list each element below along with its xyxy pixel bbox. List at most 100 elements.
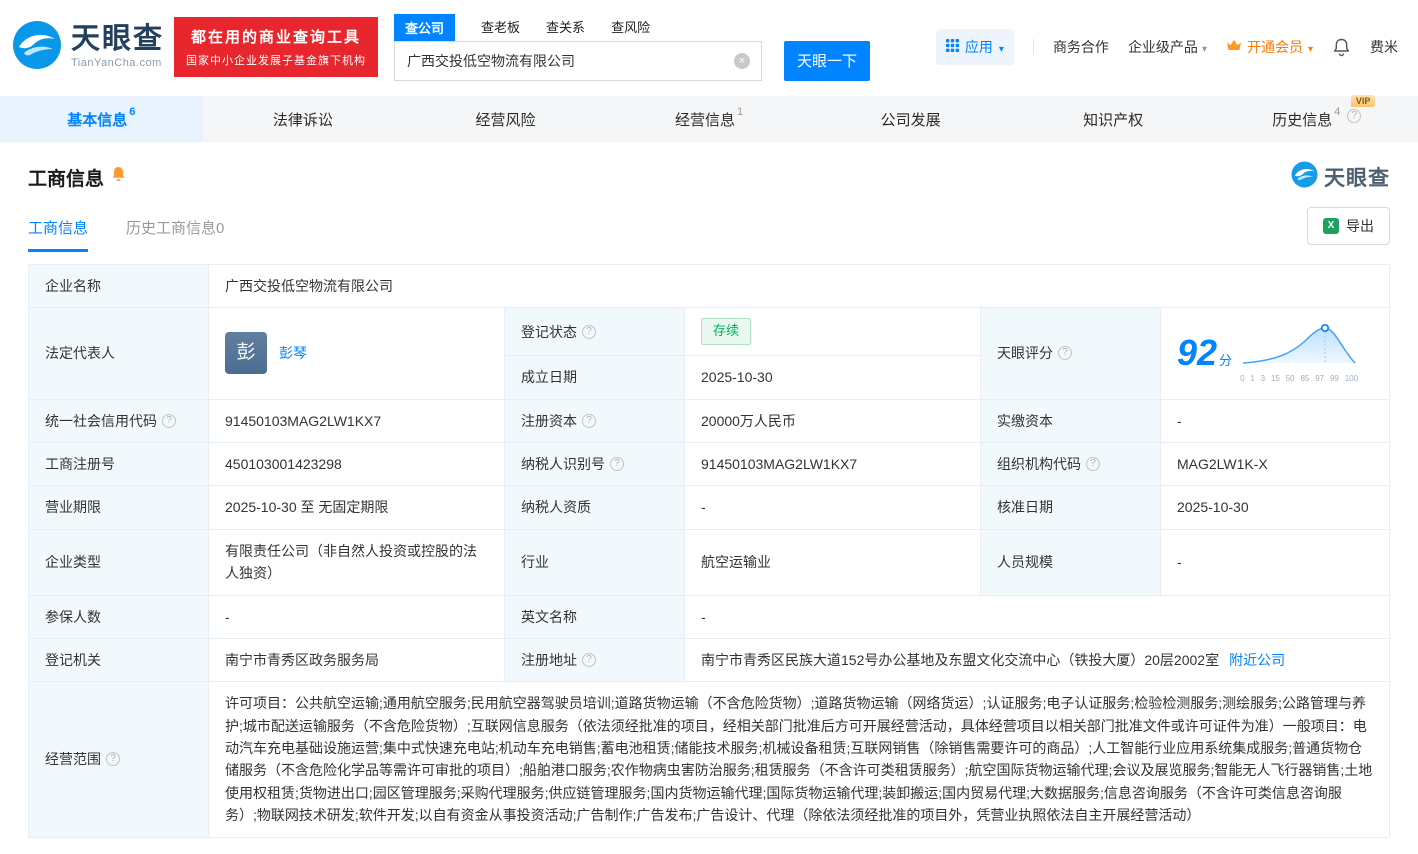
tab-company-development[interactable]: 公司发展 [810,96,1013,142]
value-insured-count: - [208,594,505,639]
tab-count: 4 [1334,105,1341,118]
watermark-logo: 天眼查 [1291,161,1390,193]
tab-operating-risk[interactable]: 经营风险 [405,96,608,142]
label-staff-size: 人员规模 [980,528,1161,596]
slogan-line1: 都在用的商业查询工具 [191,29,362,46]
field-label: 实缴资本 [997,412,1053,429]
subtab-business-info[interactable]: 工商信息 [28,217,89,252]
tab-label: 公司发展 [880,111,941,129]
value-company-type: 有限责任公司（非自然人投资或控股的法人独资） [208,528,505,596]
field-label: 企业类型 [45,553,101,570]
tab-label: 经营信息 [674,111,735,129]
chevron-down-icon [1202,39,1207,55]
search-input[interactable] [394,40,763,81]
export-button[interactable]: 导出 [1307,207,1390,245]
help-icon[interactable] [1058,346,1072,361]
notification-bell-icon[interactable] [1332,37,1351,57]
search-tab-boss[interactable]: 查老板 [481,17,520,41]
menu-user[interactable]: 费米 [1370,37,1398,57]
tab-operating-info[interactable]: 经营信息 1 [608,96,811,142]
menu-cooperation[interactable]: 商务合作 [1053,37,1109,57]
menu-enterprise[interactable]: 企业级产品 [1128,37,1207,57]
search-tab-risk[interactable]: 查风险 [611,17,650,41]
help-icon[interactable] [582,324,596,339]
search-button[interactable]: 天眼一下 [784,40,871,81]
slogan-banner: 都在用的商业查询工具 国家中小企业发展子基金旗下机构 [174,17,379,77]
tab-label: 基本信息 [67,111,128,129]
avatar[interactable]: 彭 [225,332,267,375]
tab-label: 历史信息 [1272,111,1333,129]
label-taxpayer-id: 纳税人识别号 [504,441,685,487]
value-reg-capital: 20000万人民币 [684,398,981,443]
tab-count: 6 [129,105,136,118]
help-icon[interactable] [1347,108,1362,123]
main-nav-tabs: 基本信息 6 法律诉讼 经营风险 经营信息 1 公司发展 知识产权 历史信息 4… [0,94,1418,142]
menu-vip-label: 开通会员 [1246,39,1303,55]
help-icon[interactable] [106,752,120,767]
field-label: 核准日期 [997,499,1053,516]
chevron-down-icon [1308,39,1313,55]
label-credit-code: 统一社会信用代码 [28,398,209,443]
tab-legal-proceedings[interactable]: 法律诉讼 [203,96,406,142]
label-company-type: 企业类型 [28,528,209,596]
excel-icon [1323,218,1339,234]
value-business-term: 2025-10-30 至 无固定期限 [208,485,505,530]
label-est-date: 成立日期 [504,355,685,400]
legal-rep-link[interactable]: 彭琴 [279,342,307,364]
value-company-name: 广西交投低空物流有限公司 [208,263,1390,309]
help-icon[interactable] [162,413,176,428]
score-curve-chart: 0 1 3 15 50 85 97 99 100 [1240,321,1358,385]
search-box [394,40,763,81]
tab-history-info[interactable]: 历史信息 4 VIP [1215,94,1418,142]
crown-icon [1226,39,1242,55]
label-business-term: 营业期限 [28,485,209,530]
chevron-down-icon [999,39,1004,55]
vip-badge: VIP [1350,94,1376,107]
info-row: 营业期限 2025-10-30 至 无固定期限 纳税人资质 - 核准日期 202… [28,485,1390,530]
score-unit: 分 [1219,353,1233,369]
subscribe-bell-icon[interactable] [111,166,126,189]
subtab-history-business-info[interactable]: 历史工商信息0 [126,217,224,252]
field-label: 行业 [521,553,549,570]
help-icon[interactable] [610,457,624,472]
info-row: 经营范围 许可项目：公共航空运输;通用航空服务;民用航空器驾驶员培训;道路货物运… [28,681,1390,838]
field-label: 营业期限 [45,499,101,516]
field-label: 工商注册号 [45,455,115,472]
business-info-table: 企业名称 广西交投低空物流有限公司 法定代表人 彭 彭琴 登记状态 存续 天眼评… [28,263,1390,838]
help-icon[interactable] [582,413,596,428]
value-approval-date: 2025-10-30 [1160,485,1390,530]
score-axis: 0 1 3 15 50 85 97 99 100 [1240,373,1359,383]
label-insured-count: 参保人数 [28,594,209,639]
search-tab-company[interactable]: 查公司 [394,13,456,41]
tianyancha-logo-icon [12,20,62,75]
top-header: 天眼查 TianYanCha.com 都在用的商业查询工具 国家中小企业发展子基… [0,0,1418,94]
tab-intellectual-property[interactable]: 知识产权 [1013,96,1216,142]
tab-basic-info[interactable]: 基本信息 6 [0,96,203,142]
help-icon[interactable] [1086,457,1100,472]
apps-button[interactable]: 应用 [935,29,1014,65]
help-icon[interactable] [582,653,596,668]
search-tab-relation[interactable]: 查关系 [546,17,585,41]
tianyancha-logo[interactable]: 天眼查 TianYanCha.com [12,20,164,75]
info-row: 登记机关 南宁市青秀区政务服务局 注册地址 南宁市青秀区民族大道152号办公基地… [28,637,1390,683]
section-title: 工商信息 [28,164,126,191]
nearby-companies-link[interactable]: 附近公司 [1229,652,1285,668]
value-paid-capital: - [1160,398,1390,443]
value-business-scope: 许可项目：公共航空运输;通用航空服务;民用航空器驾驶员培训;道路货物运输（不含危… [208,681,1390,838]
tab-label: 法律诉讼 [272,111,333,129]
menu-enterprise-label: 企业级产品 [1127,39,1198,55]
value-english-name: - [684,594,1390,639]
value-taxpayer-id: 91450103MAG2LW1KX7 [684,441,981,487]
status-badge: 存续 [701,318,752,346]
value-org-code: MAG2LW1K-X [1160,441,1390,487]
field-label: 登记状态 [521,323,577,340]
clear-icon[interactable] [734,52,751,69]
info-row: 法定代表人 彭 彭琴 登记状态 存续 天眼评分 92 分 [28,307,1390,400]
label-company-name: 企业名称 [28,263,209,309]
info-row: 参保人数 - 英文名称 - [28,594,1390,639]
label-industry: 行业 [504,528,685,596]
menu-vip[interactable]: 开通会员 [1226,37,1313,57]
field-label: 注册地址 [521,651,577,668]
label-reg-capital: 注册资本 [504,398,685,443]
label-taxpayer-qualification: 纳税人资质 [504,485,685,530]
